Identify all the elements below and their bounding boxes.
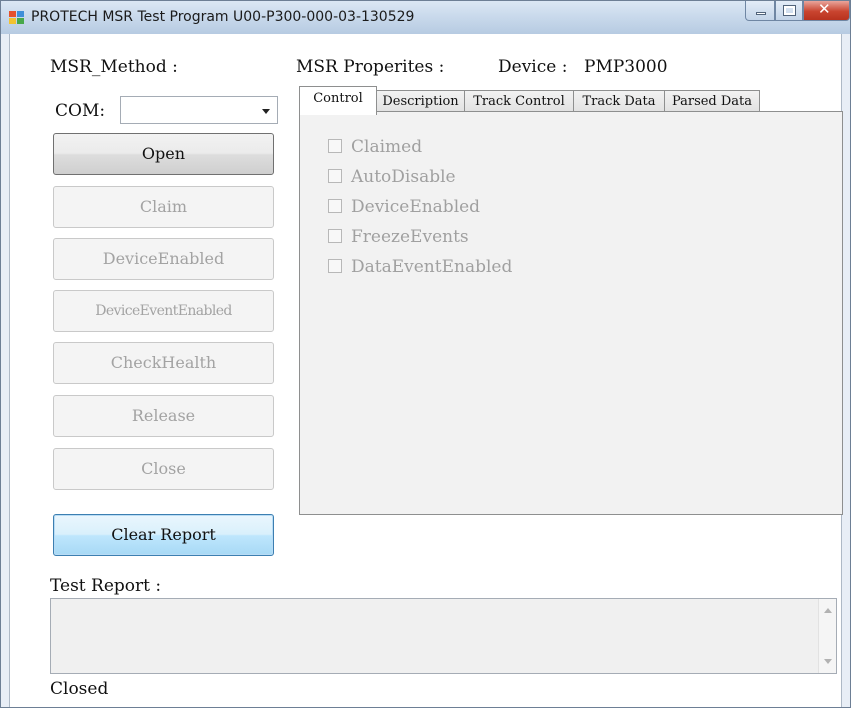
release-button[interactable]: Release — [53, 395, 274, 437]
checkbox-label: FreezeEvents — [351, 227, 469, 247]
scroll-down-icon[interactable] — [824, 659, 832, 664]
checkbox-box[interactable] — [328, 259, 342, 273]
device-value: PMP3000 — [584, 57, 668, 77]
checkbox-device-enabled[interactable]: DeviceEnabled — [328, 197, 480, 219]
status-text: Closed — [50, 679, 109, 699]
tab-control[interactable]: Control — [299, 86, 377, 115]
app-window: PROTECH MSR Test Program U00-P300-000-03… — [0, 0, 851, 708]
device-event-enabled-button[interactable]: DeviceEventEnabled — [53, 290, 274, 332]
maximize-icon — [783, 5, 796, 16]
minimize-button[interactable] — [745, 1, 775, 21]
com-label: COM: — [55, 101, 106, 121]
scroll-up-icon[interactable] — [824, 608, 832, 613]
checkbox-claimed[interactable]: Claimed — [328, 137, 422, 159]
test-report-label: Test Report : — [50, 576, 162, 596]
checkbox-box[interactable] — [328, 199, 342, 213]
msr-method-label: MSR_Method : — [50, 57, 178, 77]
checkbox-data-event-enabled[interactable]: DataEventEnabled — [328, 257, 512, 279]
checkbox-box[interactable] — [328, 169, 342, 183]
checkbox-label: Claimed — [351, 137, 423, 157]
checkbox-freeze-events[interactable]: FreezeEvents — [328, 227, 469, 249]
claim-button[interactable]: Claim — [53, 186, 274, 228]
close-window-button[interactable]: ✕ — [803, 1, 850, 21]
device-enabled-button[interactable]: DeviceEnabled — [53, 238, 274, 280]
checkbox-box[interactable] — [328, 229, 342, 243]
checkbox-auto-disable[interactable]: AutoDisable — [328, 167, 456, 189]
checkbox-label: DataEventEnabled — [351, 257, 513, 277]
device-label: Device : — [498, 57, 568, 77]
msr-properties-label: MSR Properites : — [296, 57, 445, 77]
checkbox-label: DeviceEnabled — [351, 197, 481, 217]
client-area: MSR_Method : COM: Open Claim DeviceEnabl… — [9, 34, 843, 707]
control-tab-panel: Claimed AutoDisable DeviceEnabled Freeze… — [299, 111, 843, 515]
title-bar[interactable]: PROTECH MSR Test Program U00-P300-000-03… — [1, 1, 850, 34]
test-report-textbox[interactable] — [50, 598, 837, 674]
clear-report-button[interactable]: Clear Report — [53, 514, 274, 556]
window-title: PROTECH MSR Test Program U00-P300-000-03… — [31, 9, 415, 25]
checkbox-label: AutoDisable — [351, 167, 456, 187]
report-scrollbar[interactable] — [818, 599, 836, 673]
maximize-button[interactable] — [775, 1, 803, 21]
minimize-icon — [756, 12, 766, 15]
close-button[interactable]: Close — [53, 448, 274, 490]
chevron-down-icon[interactable] — [262, 109, 270, 114]
open-button[interactable]: Open — [53, 133, 274, 175]
com-select[interactable] — [120, 96, 278, 124]
check-health-button[interactable]: CheckHealth — [53, 342, 274, 384]
checkbox-box[interactable] — [328, 139, 342, 153]
close-icon: ✕ — [818, 0, 831, 18]
app-icon — [9, 11, 25, 25]
